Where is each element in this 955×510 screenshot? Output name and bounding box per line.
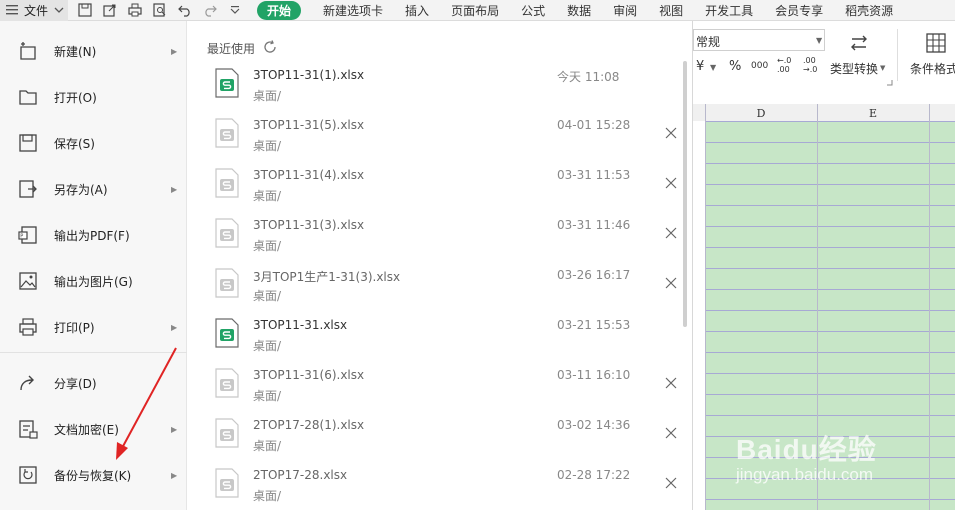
watermark-brand: Baidu经验: [736, 434, 877, 465]
watermark: Baidu经验 jingyan.baidu.com: [736, 428, 951, 492]
watermark-url: jingyan.baidu.com: [736, 465, 874, 484]
